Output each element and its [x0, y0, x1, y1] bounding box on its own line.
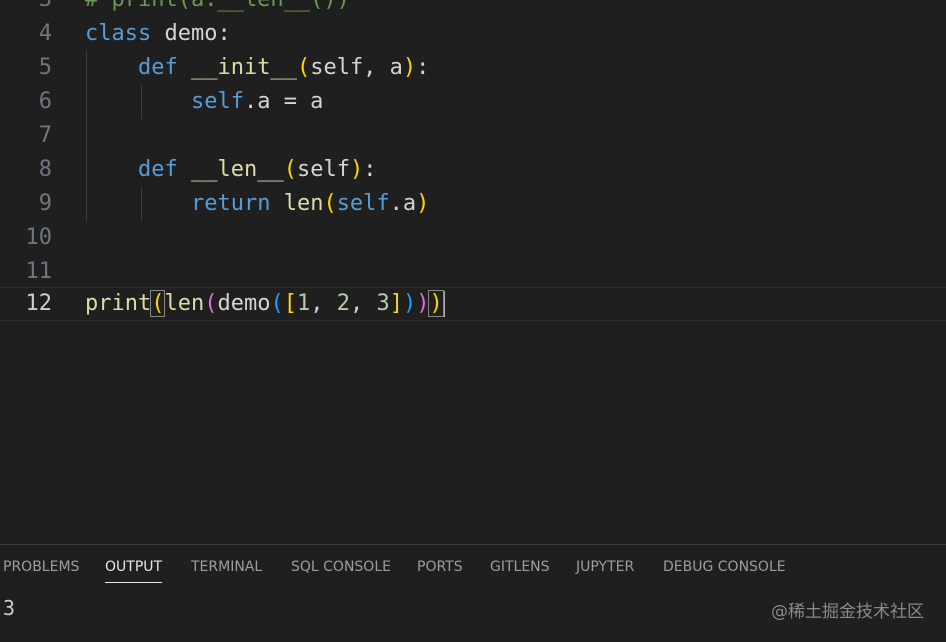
class-call: demo: [217, 291, 271, 316]
builtin-print: print: [85, 291, 152, 316]
panel-tabs: PROBLEMS OUTPUT TERMINAL SQL CONSOLE POR…: [0, 545, 946, 589]
line-number: 10: [25, 225, 53, 250]
tab-terminal[interactable]: TERMINAL: [191, 545, 262, 589]
self-keyword: self: [190, 89, 244, 114]
tab-problems[interactable]: PROBLEMS: [3, 545, 79, 589]
keyword-class: class: [85, 21, 152, 46]
class-name: demo: [151, 21, 218, 46]
number-literal: 2: [336, 291, 350, 316]
tab-gitlens[interactable]: GITLENS: [490, 545, 550, 589]
bracket-open: (: [283, 157, 297, 182]
code-editor[interactable]: 3 # print(a.__len__()) 4 class demo: 5 d…: [0, 0, 946, 544]
bracket-open: (: [296, 55, 311, 80]
attribute: .a: [389, 191, 417, 216]
keyword-return: return: [190, 191, 271, 216]
code-line-current[interactable]: 12 print(len(demo([1, 2, 3]))): [0, 287, 946, 321]
line-content[interactable]: return len(self.a): [85, 187, 429, 221]
self-keyword: self: [336, 191, 390, 216]
tab-sql-console[interactable]: SQL CONSOLE: [291, 545, 391, 589]
bracket-close: ): [402, 55, 417, 80]
code-line[interactable]: 9 return len(self.a): [0, 187, 946, 221]
colon: :: [363, 157, 377, 182]
line-number: 4: [38, 21, 52, 46]
builtin-len: len: [164, 291, 205, 316]
line-content[interactable]: self.a = a: [85, 85, 323, 119]
line-number: 12: [25, 291, 53, 316]
parameters: self, a: [310, 55, 403, 80]
line-content[interactable]: print(len(demo([1, 2, 3]))): [85, 287, 445, 321]
bracket-open: (: [270, 291, 284, 316]
colon: :: [416, 55, 430, 80]
tab-debug-console[interactable]: DEBUG CONSOLE: [663, 545, 786, 589]
colon: :: [217, 21, 231, 46]
bracket-close: ): [416, 191, 430, 216]
code-line[interactable]: 7: [0, 119, 946, 153]
watermark: @稀土掘金技术社区: [771, 602, 924, 622]
code-line[interactable]: 8 def __len__(self):: [0, 153, 946, 187]
function-name: __init__: [177, 55, 297, 80]
line-number: 7: [38, 123, 52, 148]
text-cursor: [442, 291, 445, 317]
list-open: [: [283, 291, 297, 316]
line-number: 5: [38, 55, 52, 80]
bracket-close: ): [402, 291, 417, 316]
line-content[interactable]: def __len__(self):: [85, 153, 376, 187]
line-content[interactable]: def __init__(self, a):: [85, 51, 429, 85]
tab-jupyter[interactable]: JUPYTER: [576, 545, 634, 589]
separator: ,: [310, 291, 337, 316]
tab-ports[interactable]: PORTS: [417, 545, 463, 589]
bracket-close: ): [428, 290, 444, 317]
builtin-len: len: [270, 191, 324, 216]
parameters: self: [296, 157, 350, 182]
code-line[interactable]: 6 self.a = a: [0, 85, 946, 119]
keyword-def: def: [137, 55, 178, 80]
line-content[interactable]: # print(a.__len__()): [85, 0, 350, 17]
code-line[interactable]: 11: [0, 255, 946, 289]
list-close: ]: [389, 291, 403, 316]
tab-output[interactable]: OUTPUT: [105, 545, 163, 589]
number-literal: 3: [376, 291, 390, 316]
code-line[interactable]: 3 # print(a.__len__()): [0, 0, 946, 17]
separator: ,: [349, 291, 377, 316]
output-text[interactable]: 3: [3, 593, 15, 623]
bracket-open: (: [150, 290, 166, 317]
bracket-open: (: [204, 291, 218, 316]
bracket-close: ): [349, 157, 364, 182]
code-line[interactable]: 10: [0, 221, 946, 255]
function-name: __len__: [177, 157, 284, 182]
line-number: 8: [38, 157, 52, 182]
line-number: 3: [0, 0, 52, 17]
keyword-def: def: [137, 157, 178, 182]
code-line[interactable]: 4 class demo:: [0, 17, 946, 51]
number-literal: 1: [296, 291, 311, 316]
line-number: 6: [38, 89, 52, 114]
line-content[interactable]: class demo:: [85, 17, 231, 51]
bracket-close: ): [416, 291, 430, 316]
assignment: .a = a: [243, 89, 324, 114]
bottom-panel: PROBLEMS OUTPUT TERMINAL SQL CONSOLE POR…: [0, 544, 946, 642]
line-number: 11: [25, 259, 53, 284]
line-number: 9: [38, 191, 52, 216]
code-line[interactable]: 5 def __init__(self, a):: [0, 51, 946, 85]
comment-text: # print(a.__len__()): [85, 0, 350, 12]
bracket-open: (: [323, 191, 337, 216]
